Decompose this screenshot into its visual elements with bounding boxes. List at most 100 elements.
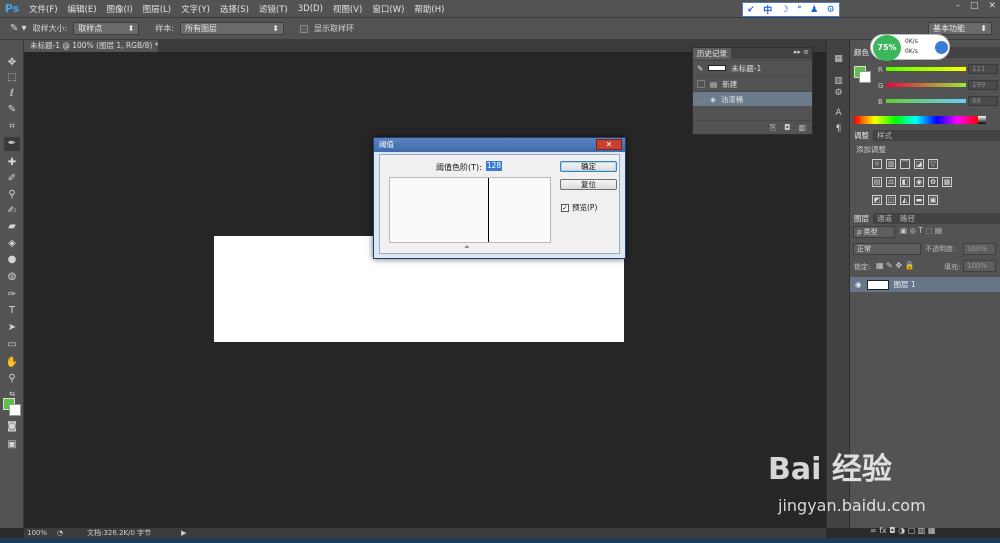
network-speed-widget[interactable]: 75% 0K/s 0K/s bbox=[870, 34, 950, 61]
paragraph-panel-icon[interactable]: ¶ bbox=[832, 124, 845, 136]
eyedropper-icon[interactable]: ✎ ▾ bbox=[10, 23, 27, 34]
opacity-input[interactable]: 100% bbox=[963, 243, 996, 255]
stamp-tool-icon[interactable]: ⚲ bbox=[4, 188, 20, 202]
history-item[interactable]: ◈ 油漆桶 bbox=[693, 91, 812, 106]
tab-adjustments[interactable]: 调整 bbox=[850, 130, 873, 141]
new-document-from-state-icon[interactable]: ⎘ bbox=[770, 123, 776, 133]
eyedropper-tool-icon[interactable]: ✒ bbox=[4, 137, 20, 151]
sample-size-select[interactable]: 取样点 ⬍ bbox=[73, 22, 140, 35]
menu-window[interactable]: 窗口(W) bbox=[367, 3, 409, 15]
layer-row[interactable]: ◉ 图层 1 bbox=[850, 277, 1000, 292]
blur-tool-icon[interactable]: ● bbox=[4, 253, 20, 267]
channel-b-slider[interactable] bbox=[886, 99, 966, 103]
tab-channels[interactable]: 通道 bbox=[873, 213, 896, 224]
history-item-checkbox[interactable] bbox=[697, 80, 705, 88]
brush-tool-icon[interactable]: ✐ bbox=[4, 172, 20, 186]
selective-color-icon[interactable]: ▣ bbox=[928, 195, 938, 205]
exposure-icon[interactable]: ◪ bbox=[914, 159, 924, 169]
channel-g-value[interactable]: 199 bbox=[968, 80, 998, 90]
blend-mode-select[interactable]: 正常 bbox=[853, 243, 921, 255]
ime-punct-icon[interactable]: ° bbox=[797, 5, 802, 15]
lasso-tool-icon[interactable]: ℓ bbox=[4, 87, 20, 101]
status-arrow-icon[interactable]: ▶ bbox=[181, 528, 186, 538]
menu-file[interactable]: 文件(F) bbox=[24, 3, 63, 15]
channel-g-slider[interactable] bbox=[886, 83, 966, 87]
close-icon[interactable]: ✕ bbox=[988, 1, 996, 11]
threshold-input[interactable]: 128 bbox=[486, 161, 502, 171]
channel-r-slider[interactable] bbox=[886, 67, 966, 71]
channel-mixer-icon[interactable]: ✿ bbox=[928, 177, 938, 187]
color-spectrum[interactable] bbox=[854, 116, 978, 124]
layer-name[interactable]: 图层 1 bbox=[894, 279, 916, 290]
history-panel-icon[interactable]: ▦ bbox=[832, 54, 845, 66]
black-white-icon[interactable]: ◧ bbox=[900, 177, 910, 187]
menu-help[interactable]: 帮助(H) bbox=[409, 3, 449, 15]
background-color-swatch[interactable] bbox=[9, 404, 21, 416]
status-icon[interactable]: ◔ bbox=[57, 528, 63, 538]
quick-select-tool-icon[interactable]: ✎ bbox=[4, 103, 20, 117]
reset-button[interactable]: 复位 bbox=[560, 179, 617, 190]
tab-layers[interactable]: 图层 bbox=[850, 213, 873, 224]
vibrance-icon[interactable]: ▽ bbox=[928, 159, 938, 169]
rectangle-tool-icon[interactable]: ▭ bbox=[4, 338, 20, 352]
menu-3d[interactable]: 3D(D) bbox=[293, 4, 328, 14]
gradient-map-icon[interactable]: ▬ bbox=[914, 195, 924, 205]
sample-select[interactable]: 所有图层 ⬍ bbox=[179, 22, 284, 35]
eraser-tool-icon[interactable]: ▰ bbox=[4, 220, 20, 234]
pen-tool-icon[interactable]: ✑ bbox=[4, 288, 20, 302]
info-panel-icon[interactable]: ⚙ bbox=[832, 88, 845, 100]
tab-styles[interactable]: 样式 bbox=[873, 130, 896, 141]
threshold-slider-handle[interactable]: ⏶ bbox=[464, 243, 471, 251]
properties-panel-icon[interactable]: ▥ bbox=[832, 76, 845, 88]
color-bg-swatch[interactable] bbox=[859, 71, 871, 83]
photo-filter-icon[interactable]: ◉ bbox=[914, 177, 924, 187]
marquee-tool-icon[interactable]: ⬚ bbox=[4, 71, 20, 85]
history-snapshot[interactable]: ✎ 未标题-1 bbox=[693, 60, 812, 75]
path-select-tool-icon[interactable]: ➤ bbox=[4, 321, 20, 335]
zoom-level[interactable]: 100% bbox=[27, 528, 47, 538]
threshold-icon[interactable]: ◭ bbox=[900, 195, 910, 205]
hue-saturation-icon[interactable]: ▤ bbox=[872, 177, 882, 187]
character-panel-icon[interactable]: A bbox=[832, 108, 845, 120]
levels-icon[interactable]: ▥ bbox=[886, 159, 896, 169]
healing-tool-icon[interactable]: ✚ bbox=[4, 156, 20, 170]
grayscale-ramp[interactable] bbox=[978, 116, 986, 124]
brightness-icon[interactable]: ☼ bbox=[872, 159, 882, 169]
ime-settings-icon[interactable]: ⚙ bbox=[827, 5, 835, 15]
channel-b-value[interactable]: 68 bbox=[968, 96, 998, 106]
history-item-checkbox[interactable] bbox=[697, 95, 705, 103]
menu-select[interactable]: 选择(S) bbox=[215, 3, 254, 15]
paint-bucket-tool-icon[interactable]: ◈ bbox=[4, 237, 20, 251]
show-ring-checkbox[interactable] bbox=[299, 24, 308, 33]
ime-chinese-icon[interactable]: 中 bbox=[763, 3, 772, 16]
menu-view[interactable]: 视图(V) bbox=[328, 3, 367, 15]
hand-tool-icon[interactable]: ✋ bbox=[4, 356, 20, 370]
layer-kind-filter[interactable]: ρ 类型 bbox=[853, 226, 895, 238]
panel-collapse-icon[interactable]: ▸▸ ≡ bbox=[794, 48, 812, 59]
fill-input[interactable]: 100% bbox=[963, 260, 996, 272]
minimize-icon[interactable]: – bbox=[955, 1, 960, 11]
color-lookup-icon[interactable]: ▦ bbox=[942, 177, 952, 187]
accelerate-icon[interactable] bbox=[935, 41, 948, 54]
menu-edit[interactable]: 编辑(E) bbox=[63, 3, 102, 15]
quick-mask-icon[interactable]: ◙ bbox=[4, 420, 20, 434]
ok-button[interactable]: 确定 bbox=[560, 161, 617, 172]
crop-tool-icon[interactable]: ⌗ bbox=[4, 120, 20, 134]
zoom-tool-icon[interactable]: ⚲ bbox=[4, 372, 20, 386]
document-tab[interactable]: 未标题-1 @ 100% (图层 1, RGB/8) * × bbox=[24, 40, 158, 52]
preview-check-icon[interactable]: ✓ bbox=[561, 203, 569, 212]
move-tool-icon[interactable]: ✥ bbox=[4, 56, 20, 70]
curves-icon[interactable]: ⌒ bbox=[900, 159, 910, 169]
menu-image[interactable]: 图像(I) bbox=[102, 3, 138, 15]
preview-checkbox[interactable]: ✓ 预览(P) bbox=[561, 202, 597, 213]
invert-icon[interactable]: ◩ bbox=[872, 195, 882, 205]
menu-type[interactable]: 文字(Y) bbox=[176, 3, 215, 15]
ime-user-icon[interactable]: ♟ bbox=[810, 5, 818, 15]
camera-icon[interactable]: ◘ bbox=[784, 123, 790, 132]
trash-icon[interactable]: ▥ bbox=[798, 123, 806, 132]
ime-moon-icon[interactable]: ☽ bbox=[781, 5, 789, 15]
color-balance-icon[interactable]: ⚖ bbox=[886, 177, 896, 187]
tab-paths[interactable]: 路径 bbox=[896, 213, 919, 224]
menu-filter[interactable]: 滤镜(T) bbox=[254, 3, 293, 15]
posterize-icon[interactable]: ◫ bbox=[886, 195, 896, 205]
